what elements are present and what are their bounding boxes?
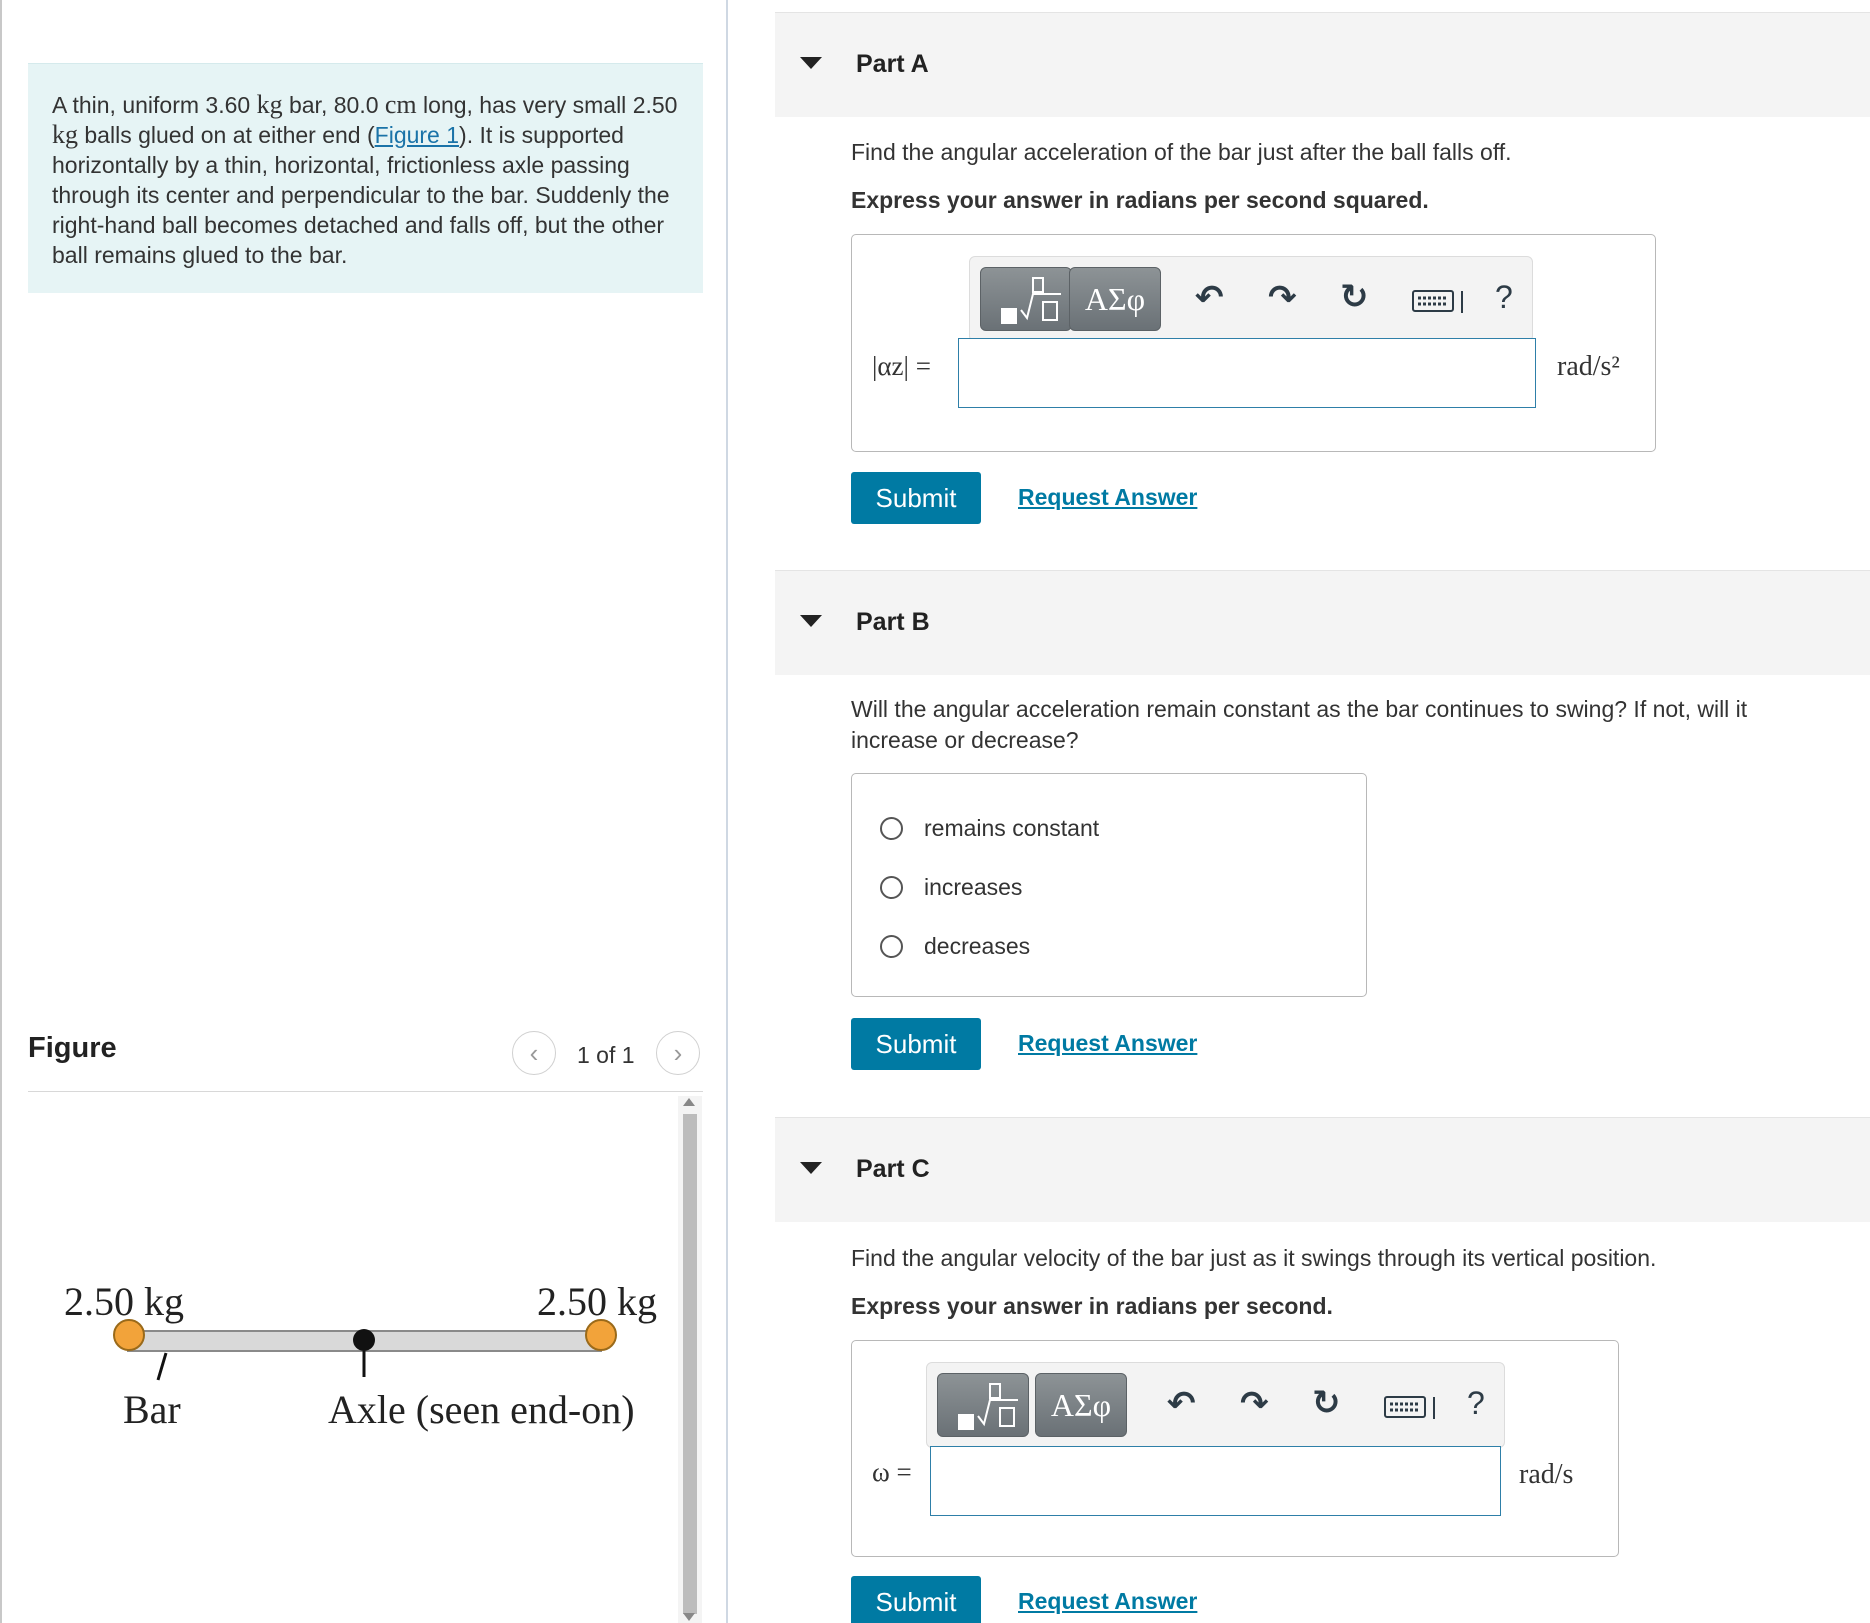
part-c-title: Part C (856, 1155, 930, 1183)
part-c-answer-input[interactable] (930, 1446, 1501, 1516)
math-toolbar: ΑΣφ ↶ ↷ ↻ ? (926, 1362, 1505, 1448)
templates-icon (1001, 277, 1061, 324)
unit-kg: kg (256, 90, 283, 119)
option-label: decreases (924, 932, 1031, 959)
part-b-options-box: remains constant increases decreases (851, 773, 1367, 997)
column-divider (726, 0, 728, 1623)
help-button[interactable]: ? (1495, 279, 1513, 316)
radio-button[interactable] (880, 816, 903, 840)
part-b-title: Part B (856, 608, 930, 636)
templates-icon (958, 1383, 1018, 1430)
option-increases[interactable]: increases (880, 872, 1022, 902)
part-c-math-label: ω = (872, 1457, 912, 1487)
templates-button[interactable] (937, 1373, 1029, 1437)
pager-next-button[interactable]: › (656, 1031, 700, 1075)
part-b-submit-button[interactable]: Submit (851, 1018, 981, 1070)
bar-length-value: 80.0 (333, 92, 379, 118)
chevron-left-icon: ‹ (529, 1037, 539, 1068)
chevron-right-icon: › (673, 1037, 683, 1068)
part-a-answer-input[interactable] (958, 338, 1536, 408)
part-a-unit: rad/s² (1557, 351, 1620, 382)
greek-symbols-button[interactable]: ΑΣφ (1035, 1373, 1127, 1437)
figure-divider (28, 1091, 703, 1092)
figure-scrollbar[interactable] (678, 1096, 702, 1623)
radio-button[interactable] (880, 934, 903, 958)
problem-text: long, has very small (416, 92, 633, 118)
right-ball (585, 1319, 617, 1351)
part-a-header[interactable]: Part A (775, 12, 1870, 117)
problem-statement: A thin, uniform 3.60 kg bar, 80.0 cm lon… (28, 63, 703, 293)
keyboard-icon[interactable] (1384, 1393, 1440, 1421)
templates-button[interactable] (980, 267, 1072, 331)
part-a-answer-box: ΑΣφ ↶ ↷ ↻ ? |αz| = rad/s² (851, 234, 1656, 452)
scroll-up-arrow-icon[interactable] (683, 1098, 695, 1106)
undo-icon[interactable]: ↶ (1167, 1384, 1196, 1424)
part-a-submit-button[interactable]: Submit (851, 472, 981, 524)
scroll-thumb[interactable] (683, 1114, 697, 1614)
axle-label: Axle (seen end-on) (328, 1387, 635, 1432)
problem-text: bar, (282, 92, 334, 118)
left-ball (113, 1319, 145, 1351)
option-label: increases (924, 873, 1023, 900)
ball-mass-value: 2.50 (632, 92, 678, 118)
part-a-prompt: Find the angular acceleration of the bar… (851, 139, 1512, 165)
unit-kg: kg (52, 120, 78, 149)
option-remains-constant[interactable]: remains constant (880, 813, 1099, 843)
keyboard-icon[interactable] (1412, 287, 1468, 315)
collapse-caret-icon[interactable] (800, 57, 822, 69)
part-c-answer-box: ΑΣφ ↶ ↷ ↻ ? ω = rad/s (851, 1340, 1619, 1557)
part-c-header[interactable]: Part C (775, 1117, 1870, 1222)
axle-dot (353, 1329, 375, 1351)
collapse-caret-icon[interactable] (800, 1162, 822, 1174)
math-toolbar: ΑΣφ ↶ ↷ ↻ ? (969, 256, 1533, 342)
pager-prev-button[interactable]: ‹ (512, 1031, 556, 1075)
left-column: A thin, uniform 3.60 kg bar, 80.0 cm lon… (0, 0, 726, 1623)
part-a-title: Part A (856, 50, 929, 78)
figure-title: Figure (28, 1032, 117, 1064)
figure-link[interactable]: Figure 1 (375, 122, 459, 148)
part-c-instruction: Express your answer in radians per secon… (851, 1293, 1333, 1319)
reset-icon[interactable]: ↻ (1340, 277, 1369, 317)
radio-button[interactable] (880, 875, 903, 899)
greek-symbols-button[interactable]: ΑΣφ (1069, 267, 1161, 331)
bar-leader-line (156, 1352, 168, 1381)
collapse-caret-icon[interactable] (800, 615, 822, 627)
scroll-down-arrow-icon[interactable] (683, 1613, 695, 1621)
option-label: remains constant (924, 814, 1100, 841)
part-a-math-label: |αz| = (872, 351, 931, 381)
bar-axle-figure: 2.50 kg 2.50 kg Bar Axle (seen end-on) (64, 1279, 657, 1432)
bar-mass-value: 3.60 (205, 92, 251, 118)
help-button[interactable]: ? (1467, 1385, 1485, 1422)
right-mass-label: 2.50 kg (537, 1279, 657, 1324)
unit-cm: cm (384, 90, 417, 119)
left-mass-label: 2.50 kg (64, 1279, 184, 1324)
part-c-prompt: Find the angular velocity of the bar jus… (851, 1245, 1657, 1271)
part-b-prompt: Will the angular acceleration remain con… (851, 696, 1748, 753)
part-c-unit: rad/s (1519, 1459, 1574, 1490)
part-a-instruction: Express your answer in radians per secon… (851, 187, 1429, 213)
option-decreases[interactable]: decreases (880, 931, 1030, 961)
part-c-request-answer-link[interactable]: Request Answer (1018, 1588, 1197, 1615)
part-c-submit-button[interactable]: Submit (851, 1576, 981, 1623)
bar-label: Bar (123, 1387, 181, 1432)
redo-icon[interactable]: ↷ (1240, 1384, 1269, 1424)
reset-icon[interactable]: ↻ (1312, 1383, 1341, 1423)
pager-text: 1 of 1 (577, 1042, 635, 1068)
problem-text: balls glued on at either end ( (78, 122, 375, 148)
problem-text: A thin, uniform (52, 92, 206, 118)
undo-icon[interactable]: ↶ (1195, 278, 1224, 318)
part-b-header[interactable]: Part B (775, 570, 1870, 675)
part-b-request-answer-link[interactable]: Request Answer (1018, 1030, 1197, 1057)
part-a-request-answer-link[interactable]: Request Answer (1018, 484, 1197, 511)
redo-icon[interactable]: ↷ (1268, 278, 1297, 318)
